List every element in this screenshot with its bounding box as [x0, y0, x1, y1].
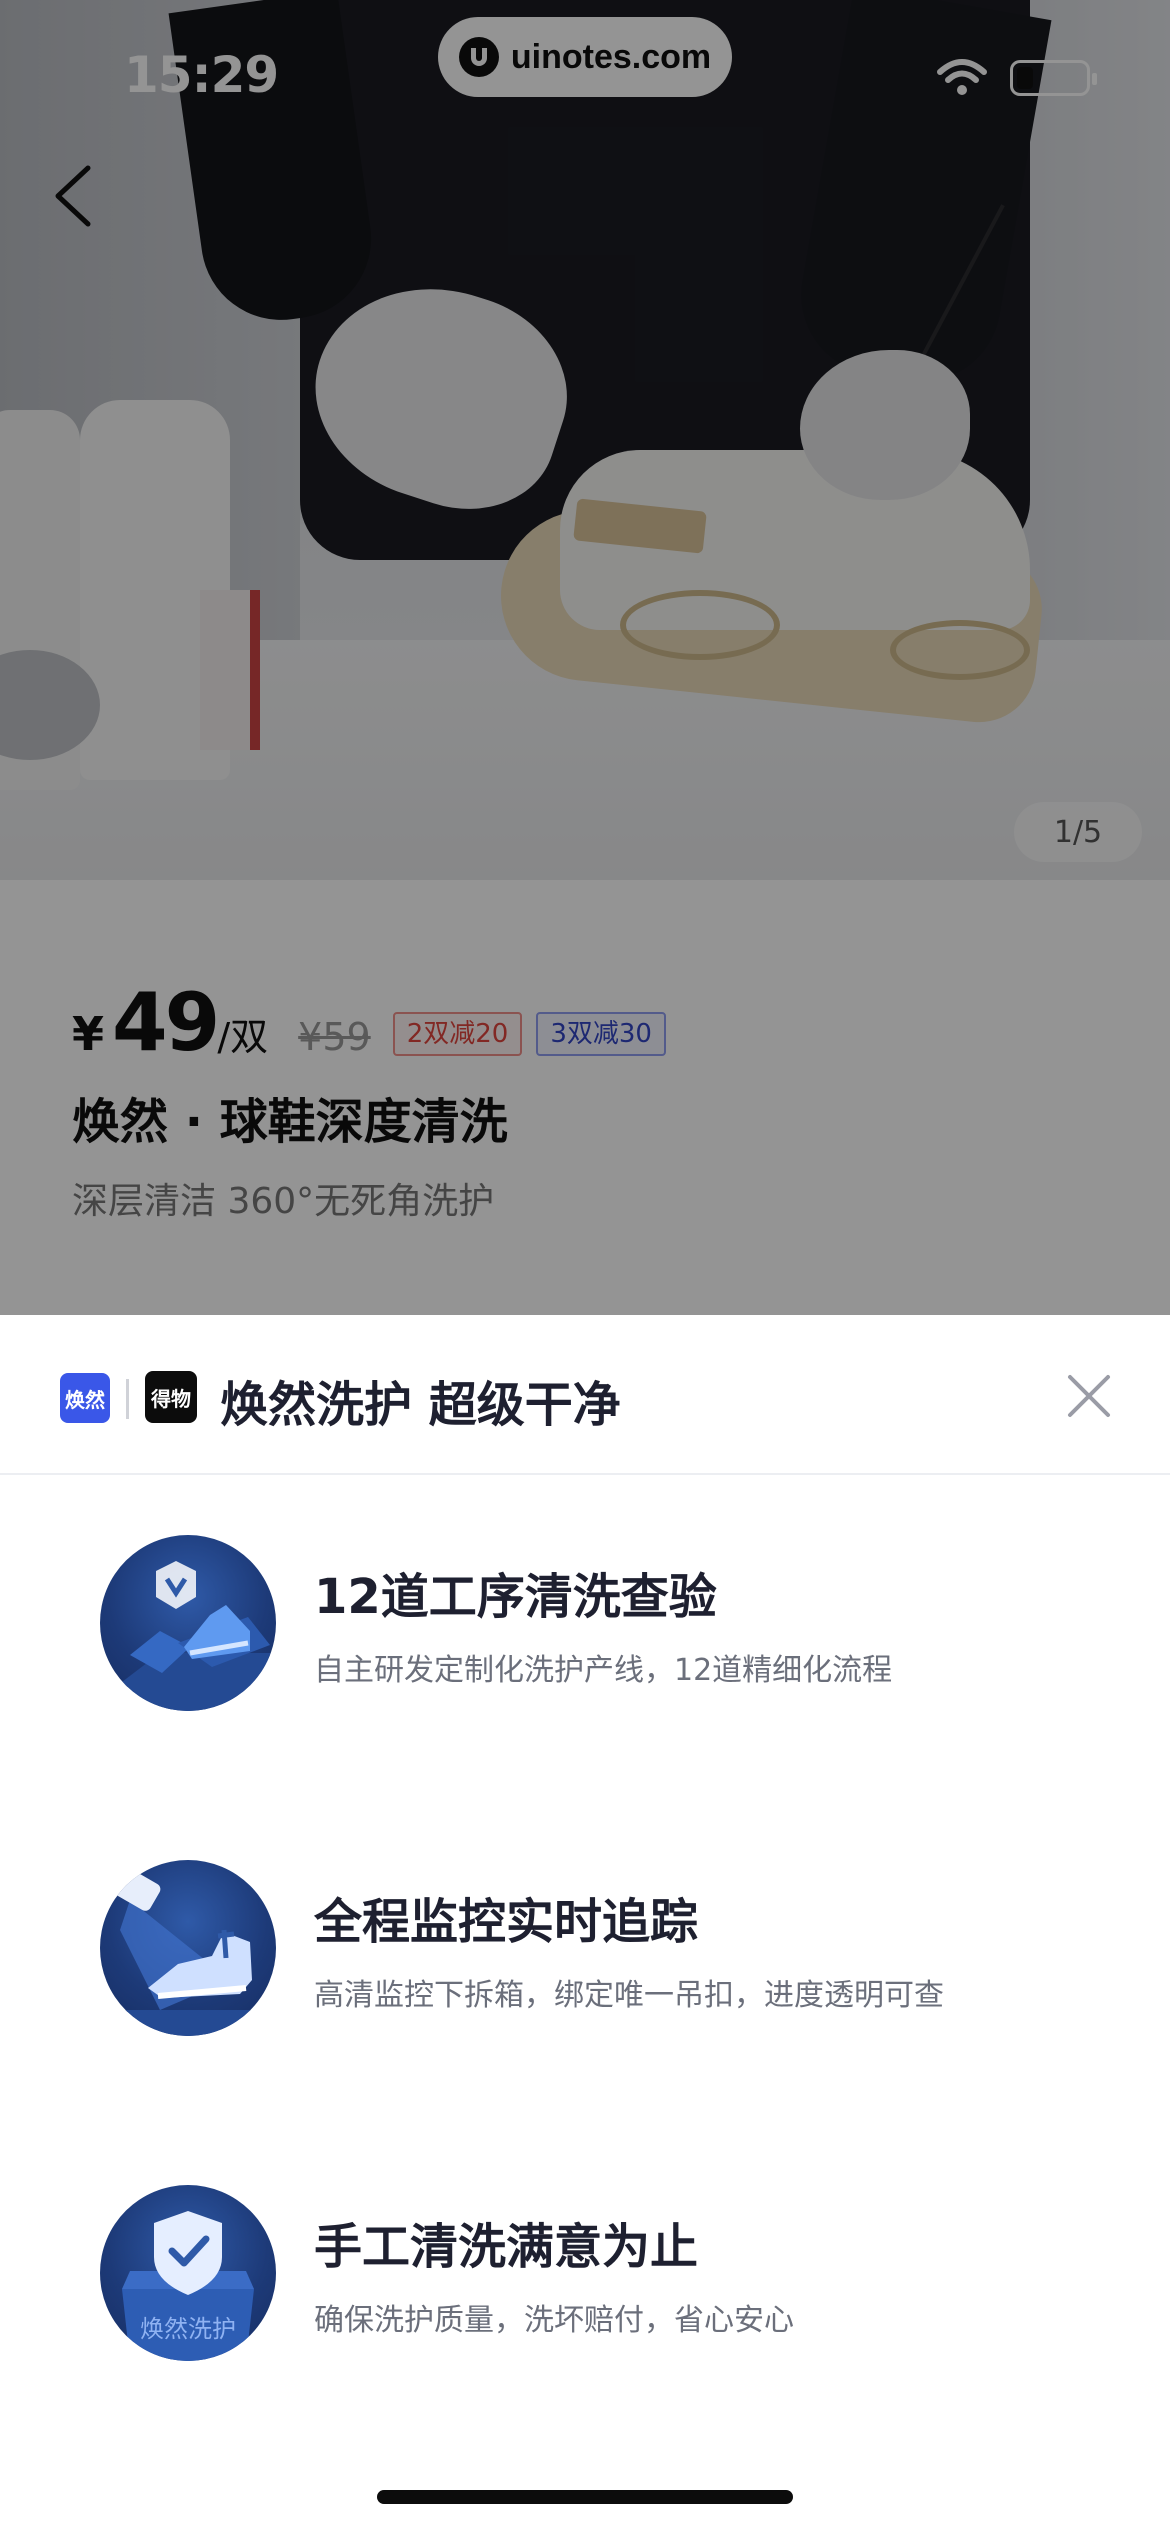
sheet-title: 焕然洗护 超级干净	[220, 1377, 621, 1433]
feature-title: 全程监控实时追踪	[314, 1894, 699, 1950]
shoe-shield-icon	[100, 1535, 276, 1711]
modal-backdrop[interactable]	[0, 0, 1170, 1315]
brand-divider	[126, 1379, 129, 1419]
feature-item: 全程监控实时追踪 高清监控下拆箱，绑定唯一吊扣，进度透明可查	[0, 1860, 1170, 2060]
sheet-header: 焕然 得物 焕然洗护 超级干净	[0, 1315, 1170, 1475]
huanran-logo-icon: 焕然	[60, 1373, 110, 1423]
feature-item: 焕然洗护 手工清洗满意为止 确保洗护质量，洗坏赔付，省心安心	[0, 2185, 1170, 2385]
feature-title: 手工清洗满意为止	[314, 2219, 699, 2275]
feature-description: 高清监控下拆箱，绑定唯一吊扣，进度透明可查	[314, 1978, 944, 2013]
feature-item: 12道工序清洗查验 自主研发定制化洗护产线，12道精细化流程	[0, 1535, 1170, 1735]
feature-description: 自主研发定制化洗护产线，12道精细化流程	[314, 1653, 893, 1688]
dewu-logo-icon: 得物	[145, 1371, 197, 1423]
check-shield-box-icon: 焕然洗护	[100, 2185, 276, 2361]
close-icon[interactable]	[1062, 1369, 1116, 1423]
service-info-sheet: 焕然 得物 焕然洗护 超级干净 12道工序清洗查验 自主研发定制化洗护产线，12…	[0, 1315, 1170, 2532]
badge-caption: 焕然洗护	[140, 2315, 236, 2343]
feature-description: 确保洗护质量，洗坏赔付，省心安心	[314, 2303, 794, 2338]
camera-shoe-icon	[100, 1860, 276, 2036]
feature-title: 12道工序清洗查验	[314, 1569, 717, 1625]
home-indicator[interactable]	[377, 2490, 793, 2504]
